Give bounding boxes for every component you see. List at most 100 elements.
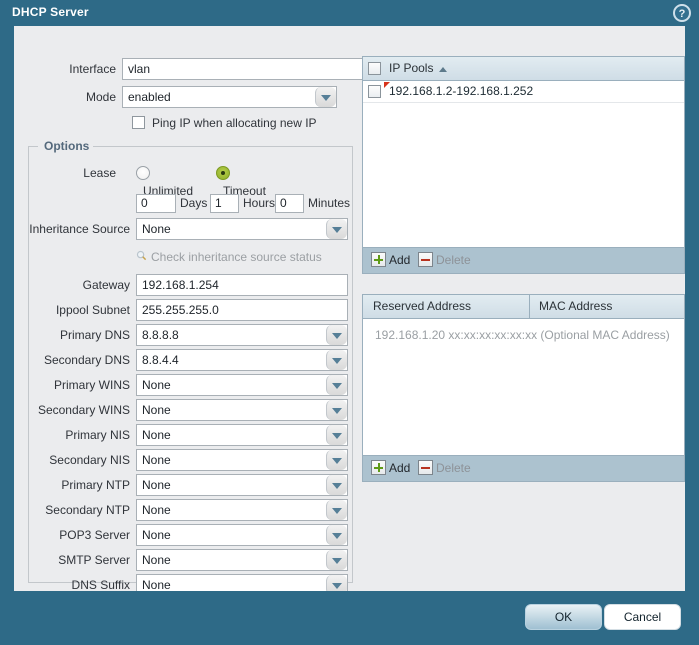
ip-pools-header-label[interactable]: IP Pools <box>389 57 433 80</box>
primary-wins-select[interactable]: None <box>136 374 348 396</box>
options-rule-right <box>92 146 353 147</box>
primary-nis-value: None <box>137 425 325 445</box>
secondary-wins-select[interactable]: None <box>136 399 348 421</box>
lease-hours-input[interactable]: 1 <box>210 194 239 213</box>
ip-pools-header: IP Pools <box>363 57 684 81</box>
gateway-label: Gateway <box>14 274 136 296</box>
column-divider[interactable] <box>529 295 530 318</box>
reserved-address-add-button[interactable]: Add <box>371 460 410 477</box>
secondary-wins-label: Secondary WINS <box>14 399 136 421</box>
ip-pool-row-checkbox[interactable] <box>368 85 381 98</box>
minus-icon <box>418 460 433 475</box>
inheritance-source-label: Inheritance Source <box>14 218 136 240</box>
ip-pools-select-all-checkbox[interactable] <box>368 62 381 75</box>
chevron-down-icon[interactable] <box>315 87 336 107</box>
chevron-down-icon[interactable] <box>326 550 347 570</box>
ip-pools-grid: IP Pools 192.168.1.2-192.168.1.252 <box>362 56 685 248</box>
secondary-dns-label: Secondary DNS <box>14 349 136 371</box>
ok-button[interactable]: OK <box>525 604 602 630</box>
secondary-dns-value: 8.8.4.4 <box>137 350 325 370</box>
mac-address-column-header[interactable]: MAC Address <box>539 295 612 318</box>
ippool-subnet-input[interactable]: 255.255.255.0 <box>136 299 348 321</box>
lease-timeout-radio[interactable] <box>216 166 230 180</box>
chevron-down-icon[interactable] <box>326 375 347 395</box>
reserved-address-column-header[interactable]: Reserved Address <box>373 295 471 318</box>
ippool-subnet-label: Ippool Subnet <box>14 299 136 321</box>
pop3-server-value: None <box>137 525 325 545</box>
chevron-down-icon[interactable] <box>326 450 347 470</box>
secondary-ntp-label: Secondary NTP <box>14 499 136 521</box>
cancel-button[interactable]: Cancel <box>604 604 681 630</box>
secondary-ntp-select[interactable]: None <box>136 499 348 521</box>
plus-icon <box>371 252 386 267</box>
primary-wins-label: Primary WINS <box>14 374 136 396</box>
reserved-address-toolbar: Add Delete <box>362 456 685 482</box>
reserved-address-header: Reserved Address MAC Address <box>363 295 684 319</box>
chevron-down-icon[interactable] <box>326 350 347 370</box>
chevron-down-icon[interactable] <box>326 500 347 520</box>
reserved-address-hint: 192.168.1.20 xx:xx:xx:xx:xx:xx (Optional… <box>375 325 670 346</box>
primary-ntp-value: None <box>137 475 325 495</box>
sort-ascending-icon[interactable] <box>439 67 447 72</box>
lease-days-input[interactable]: 0 <box>136 194 176 213</box>
ip-pools-add-button[interactable]: Add <box>371 252 410 269</box>
plus-icon <box>371 460 386 475</box>
reserved-address-hint-row: 192.168.1.20 xx:xx:xx:xx:xx:xx (Optional… <box>363 325 684 347</box>
ip-pools-delete-button[interactable]: Delete <box>418 252 471 269</box>
inheritance-source-value: None <box>137 219 325 239</box>
reserved-address-grid: Reserved Address MAC Address 192.168.1.2… <box>362 294 685 456</box>
chevron-down-icon[interactable] <box>326 325 347 345</box>
check-inheritance-status-link: Check inheritance source status <box>151 249 322 265</box>
primary-dns-value: 8.8.8.8 <box>137 325 325 345</box>
table-row[interactable]: 192.168.1.2-192.168.1.252 <box>363 81 684 103</box>
check-inheritance-status-label: Check inheritance source status <box>151 250 322 264</box>
smtp-server-value: None <box>137 550 325 570</box>
primary-ntp-select[interactable]: None <box>136 474 348 496</box>
options-rule-left <box>28 146 38 147</box>
dialog-footer: OK Cancel <box>0 591 699 645</box>
dialog-title: DHCP Server <box>12 5 89 19</box>
primary-ntp-label: Primary NTP <box>14 474 136 496</box>
secondary-wins-value: None <box>137 400 325 420</box>
ping-ip-row[interactable]: Ping IP when allocating new IP <box>132 116 317 130</box>
dhcp-server-dialog: DHCP Server ? Interface vlan Mode enable… <box>0 0 699 645</box>
primary-dns-select[interactable]: 8.8.8.8 <box>136 324 348 346</box>
lease-hours-label: Hours <box>243 194 275 213</box>
pop3-server-select[interactable]: None <box>136 524 348 546</box>
dialog-titlebar: DHCP Server ? <box>0 0 699 26</box>
options-legend: Options <box>40 139 93 153</box>
ip-pools-delete-label: Delete <box>436 253 471 267</box>
mode-select[interactable]: enabled <box>122 86 337 108</box>
secondary-nis-select[interactable]: None <box>136 449 348 471</box>
primary-nis-select[interactable]: None <box>136 424 348 446</box>
ping-ip-checkbox[interactable] <box>132 116 145 129</box>
lease-days-label: Days <box>180 194 207 213</box>
lease-minutes-label: Minutes <box>308 194 350 213</box>
ip-pools-toolbar: Add Delete <box>362 248 685 274</box>
ping-ip-label: Ping IP when allocating new IP <box>152 116 317 130</box>
gateway-input[interactable]: 192.168.1.254 <box>136 274 348 296</box>
chevron-down-icon[interactable] <box>326 525 347 545</box>
magnifier-icon <box>136 250 147 261</box>
mode-value: enabled <box>123 87 314 107</box>
lease-minutes-input[interactable]: 0 <box>275 194 304 213</box>
mode-label: Mode <box>14 86 122 108</box>
left-column: Interface vlan Mode enabled Ping IP when… <box>14 26 354 591</box>
ip-pools-add-label: Add <box>389 253 410 267</box>
chevron-down-icon[interactable] <box>326 475 347 495</box>
chevron-down-icon[interactable] <box>326 400 347 420</box>
secondary-dns-select[interactable]: 8.8.4.4 <box>136 349 348 371</box>
lease-unlimited-radio[interactable] <box>136 166 150 180</box>
dialog-body: Interface vlan Mode enabled Ping IP when… <box>14 26 685 591</box>
help-circle-icon[interactable]: ? <box>673 4 691 22</box>
chevron-down-icon[interactable] <box>326 219 347 239</box>
smtp-server-select[interactable]: None <box>136 549 348 571</box>
primary-dns-label: Primary DNS <box>14 324 136 346</box>
inheritance-source-select[interactable]: None <box>136 218 348 240</box>
reserved-address-add-label: Add <box>389 461 410 475</box>
minus-icon <box>418 252 433 267</box>
reserved-address-delete-button[interactable]: Delete <box>418 460 471 477</box>
chevron-down-icon[interactable] <box>326 425 347 445</box>
pop3-server-label: POP3 Server <box>14 524 136 546</box>
primary-nis-label: Primary NIS <box>14 424 136 446</box>
